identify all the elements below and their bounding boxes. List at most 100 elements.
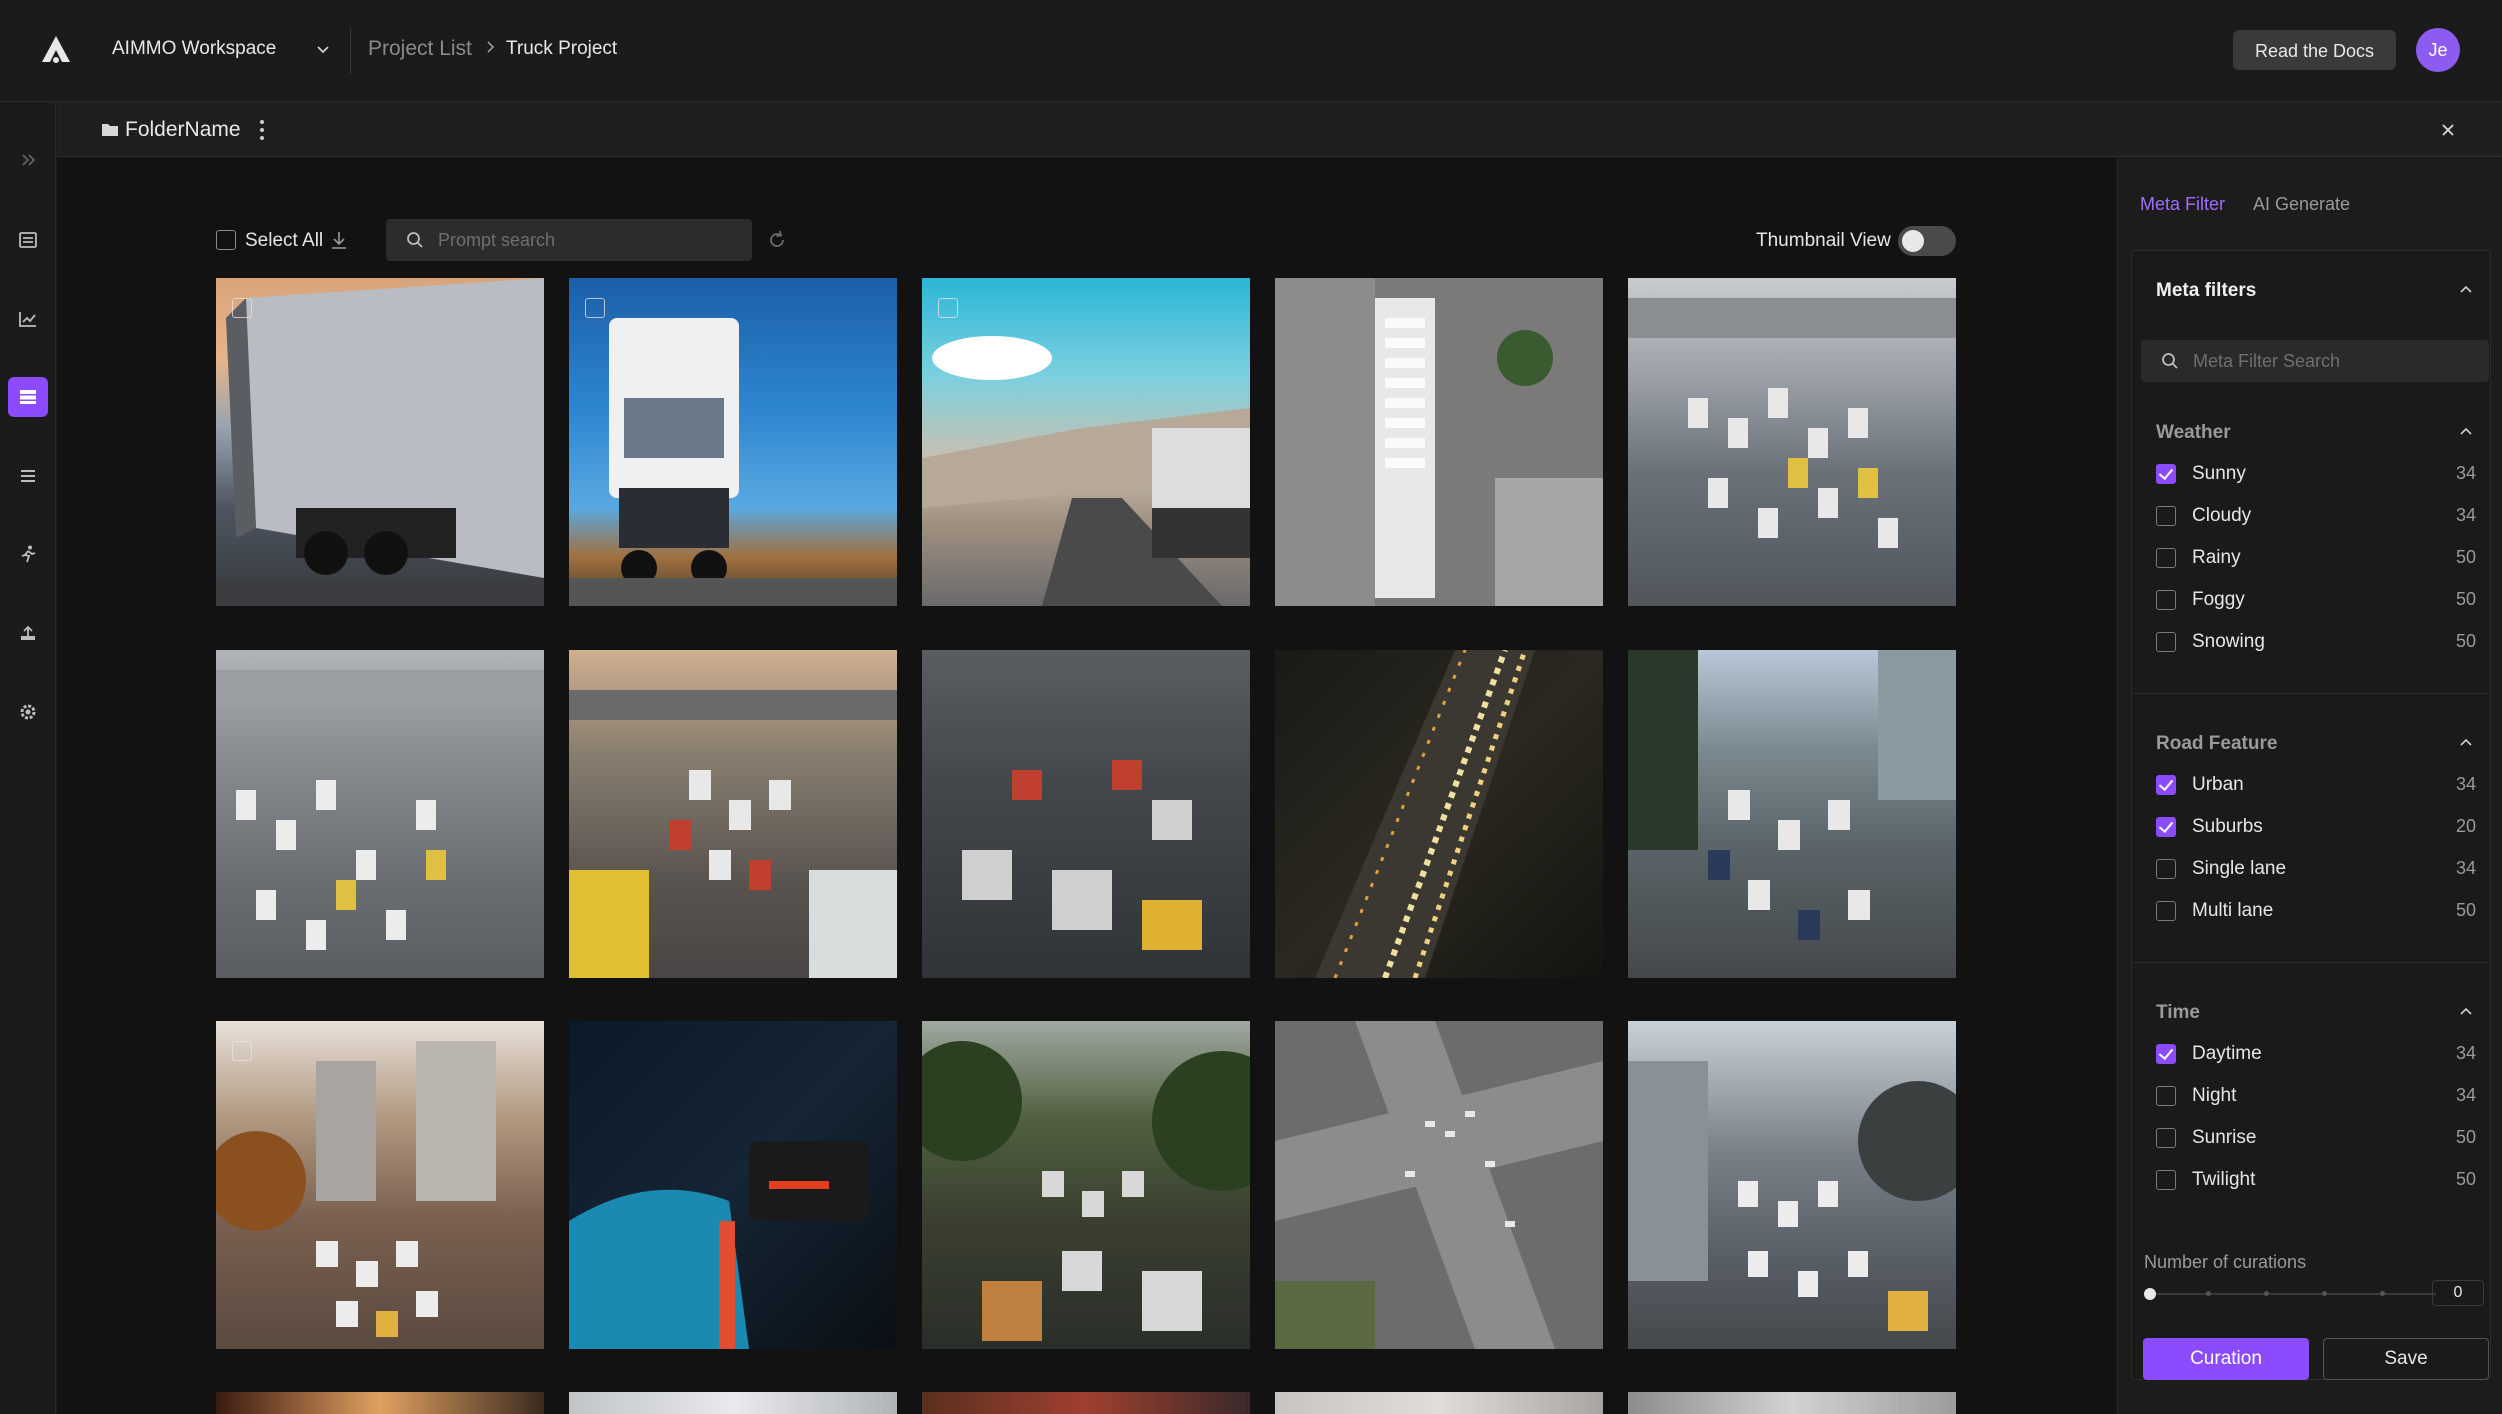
image-tile[interactable] [1275,650,1603,978]
image-tile[interactable] [1275,1021,1603,1349]
checkbox[interactable] [2156,1128,2176,1148]
image-tile[interactable] [1628,1392,1956,1414]
image-tile[interactable] [922,1021,1250,1349]
avatar[interactable]: Je [2416,28,2460,72]
image-checkbox[interactable] [232,298,252,318]
checkbox[interactable] [2156,775,2176,795]
breadcrumb-project-list[interactable]: Project List [368,37,472,61]
image-tile[interactable] [569,650,897,978]
image-checkbox[interactable] [585,298,605,318]
select-all-label[interactable]: Select All [245,230,323,252]
curations-slider[interactable] [2150,1291,2436,1296]
image-tile[interactable] [216,650,544,978]
image-checkbox[interactable] [232,1041,252,1061]
checkbox[interactable] [2156,1044,2176,1064]
checkbox[interactable] [2156,590,2176,610]
image-tile[interactable] [216,278,544,606]
checkbox[interactable] [2156,464,2176,484]
filter-option-rainy[interactable]: Rainy 50 [2156,543,2476,573]
aerial-depot-image [1275,278,1603,606]
curation-button[interactable]: Curation [2143,1338,2309,1380]
prompt-search-box [386,219,752,261]
checkbox[interactable] [2156,548,2176,568]
refresh-icon[interactable] [766,229,788,251]
filter-option-sunny[interactable]: Sunny 34 [2156,459,2476,489]
chart-icon[interactable] [8,299,48,339]
breadcrumb-current[interactable]: Truck Project [506,38,617,60]
filter-option-night[interactable]: Night 34 [2156,1081,2476,1111]
traffic-image [216,670,544,950]
prompt-search-input[interactable] [436,219,736,261]
filter-option-twilight[interactable]: Twilight 50 [2156,1165,2476,1195]
aimmo-logo[interactable] [38,34,74,66]
dataset-icon[interactable] [8,377,48,417]
filter-option-urban[interactable]: Urban 34 [2156,770,2476,800]
filter-option-multi-lane[interactable]: Multi lane 50 [2156,896,2476,926]
chevron-up-icon[interactable] [2458,282,2474,298]
toggle-knob [1902,230,1924,252]
meta-filter-search-box [2141,340,2489,382]
checkbox[interactable] [2156,506,2176,526]
chevron-up-icon[interactable] [2458,735,2474,751]
image-tile[interactable] [922,650,1250,978]
menu-icon[interactable] [8,456,48,496]
chevron-up-icon[interactable] [2458,424,2474,440]
filter-option-daytime[interactable]: Daytime 34 [2156,1039,2476,1069]
divider [2132,962,2490,963]
save-button[interactable]: Save [2323,1338,2489,1380]
chevron-down-icon[interactable] [314,40,332,58]
image-tile[interactable] [922,1392,1250,1414]
image-tile[interactable] [216,1021,544,1349]
checkbox[interactable] [2156,901,2176,921]
image-checkbox[interactable] [938,298,958,318]
filter-option-suburbs[interactable]: Suburbs 20 [2156,812,2476,842]
checkbox[interactable] [2156,1086,2176,1106]
filter-option-snowing[interactable]: Snowing 50 [2156,627,2476,657]
image-tile[interactable] [1275,1392,1603,1414]
image-tile[interactable] [569,1021,897,1349]
curations-value[interactable]: 0 [2432,1280,2484,1306]
image-tile[interactable] [569,1392,897,1414]
filter-option-foggy[interactable]: Foggy 50 [2156,585,2476,615]
image-tile[interactable] [922,278,1250,606]
checkbox[interactable] [2156,632,2176,652]
option-label: Multi lane [2192,900,2274,921]
close-icon[interactable] [2437,119,2459,141]
checkbox[interactable] [2156,859,2176,879]
tab-meta-filter[interactable]: Meta Filter [2140,194,2225,215]
slider-handle[interactable] [2144,1288,2156,1300]
option-label: Single lane [2192,858,2287,879]
gear-icon[interactable] [8,692,48,732]
filter-option-cloudy[interactable]: Cloudy 34 [2156,501,2476,531]
run-icon[interactable] [8,534,48,574]
more-options-icon[interactable] [257,117,267,143]
download-icon[interactable] [330,230,348,250]
chevron-up-icon[interactable] [2458,1004,2474,1020]
image-tile[interactable] [1628,278,1956,606]
workspace-name[interactable]: AIMMO Workspace [112,38,276,60]
slider-tick [2322,1291,2327,1296]
option-count: 34 [2455,858,2476,878]
list-icon[interactable] [8,220,48,260]
image-tile[interactable] [1275,278,1603,606]
upload-icon[interactable] [8,613,48,653]
image-tile[interactable] [1628,650,1956,978]
meta-filter-search-input[interactable] [2191,340,2481,382]
image-tile[interactable] [1628,1021,1956,1349]
option-count: 34 [2455,505,2476,525]
image-tile[interactable] [216,1392,544,1414]
select-all-checkbox[interactable] [216,230,236,250]
divider [2132,693,2490,694]
filter-option-single-lane[interactable]: Single lane 34 [2156,854,2476,884]
image-tile[interactable] [569,278,897,606]
filter-option-sunrise[interactable]: Sunrise 50 [2156,1123,2476,1153]
read-docs-button[interactable]: Read the Docs [2233,30,2396,70]
thumbnail-view-toggle[interactable] [1898,226,1956,256]
expand-icon[interactable] [8,140,48,180]
option-count: 34 [2455,1043,2476,1063]
tab-ai-generate[interactable]: AI Generate [2253,194,2350,215]
checkbox[interactable] [2156,817,2176,837]
folder-name: FolderName [125,118,241,141]
top-bar: AIMMO Workspace Project List Truck Proje… [0,0,2502,102]
checkbox[interactable] [2156,1170,2176,1190]
